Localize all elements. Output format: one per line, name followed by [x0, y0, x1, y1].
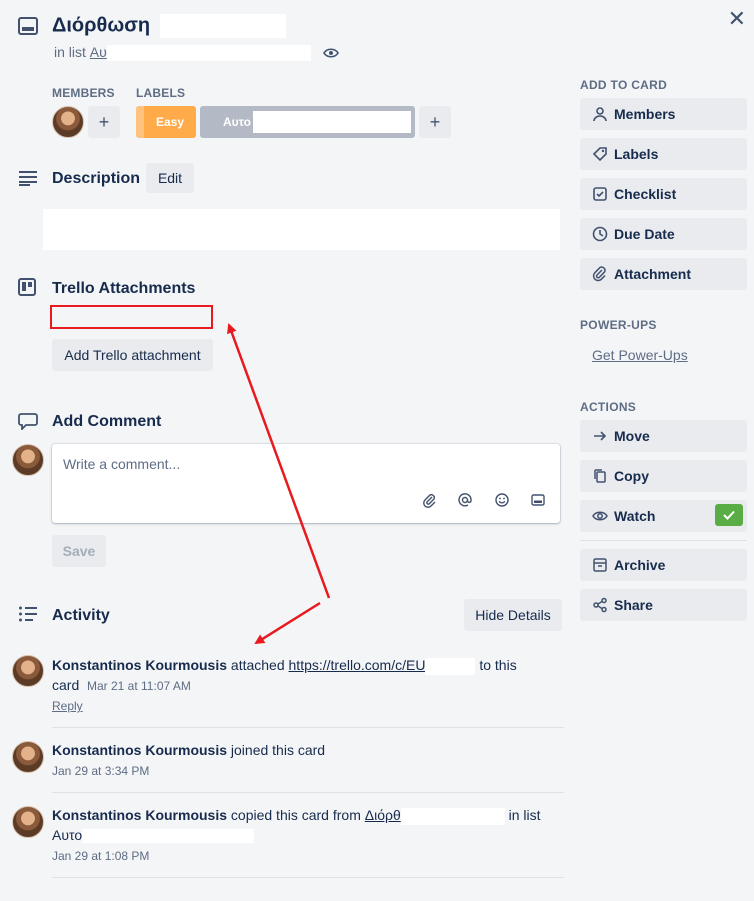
due-date-button[interactable]: Due Date [580, 218, 747, 250]
add-to-card-heading: ADD TO CARD [580, 78, 668, 92]
share-button[interactable]: Share [580, 589, 747, 621]
clock-icon [592, 226, 608, 242]
paperclip-icon [592, 266, 608, 282]
get-power-ups-link[interactable]: Get Power-Ups [592, 347, 688, 363]
eye-icon [592, 508, 608, 524]
arrow-right-icon [592, 428, 608, 444]
divider [580, 540, 747, 541]
person-icon [592, 106, 608, 122]
watch-button[interactable]: Watch [580, 500, 747, 532]
members-button[interactable]: Members [580, 98, 747, 130]
move-button[interactable]: Move [580, 420, 747, 452]
labels-button[interactable]: Labels [580, 138, 747, 170]
power-ups-heading: POWER-UPS [580, 318, 657, 332]
actions-heading: ACTIONS [580, 400, 637, 414]
archive-button[interactable]: Archive [580, 549, 747, 581]
archive-icon [592, 557, 608, 573]
tag-icon [592, 146, 608, 162]
checklist-button[interactable]: Checklist [580, 178, 747, 210]
checkbox-icon [592, 186, 608, 202]
share-icon [592, 597, 608, 613]
check-icon [715, 504, 743, 526]
attachment-button[interactable]: Attachment [580, 258, 747, 290]
copy-button[interactable]: Copy [580, 460, 747, 492]
copy-icon [592, 468, 608, 484]
arrow-to-activity [254, 601, 321, 645]
arrow-to-highlight [227, 323, 331, 599]
